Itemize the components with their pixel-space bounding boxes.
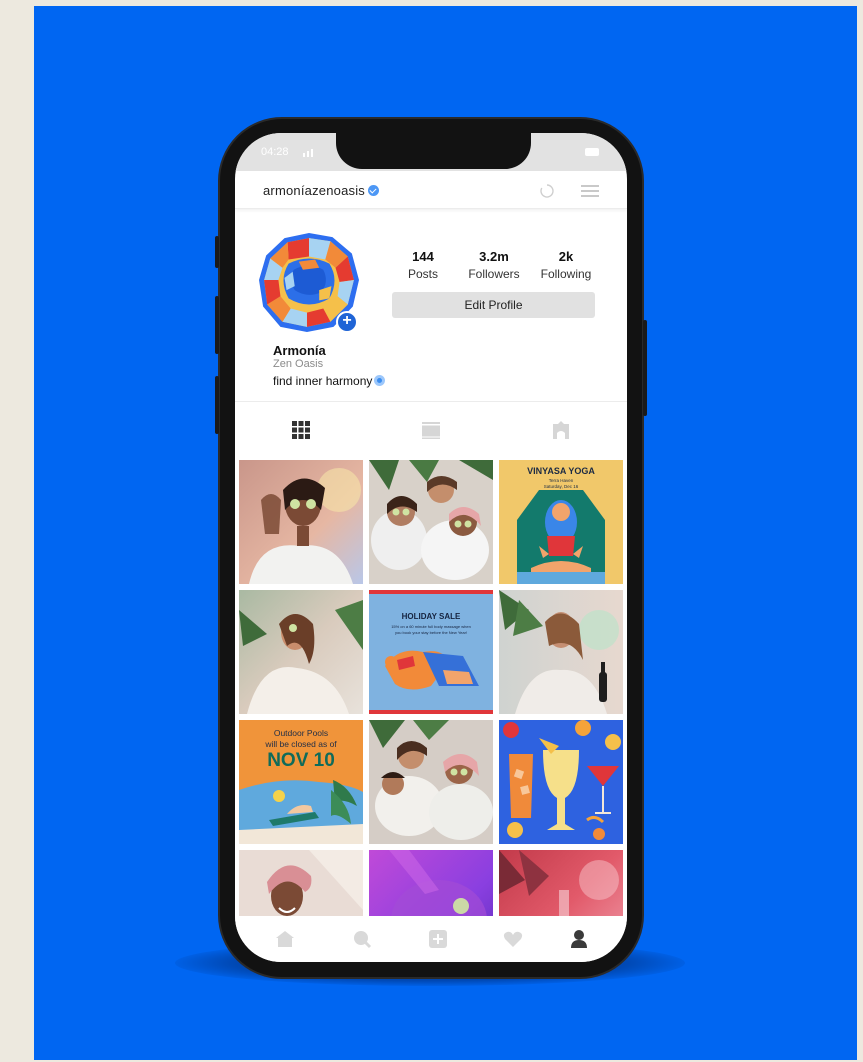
stat-label: Following — [540, 267, 592, 281]
grid-view-icon[interactable] — [291, 420, 311, 440]
profile-name: Armonía — [273, 343, 326, 358]
username[interactable]: armoníazenoasis — [263, 183, 379, 198]
verified-icon — [368, 185, 379, 196]
add-story-plus-icon[interactable]: + — [336, 311, 358, 333]
post-thumbnail[interactable] — [499, 590, 623, 714]
post-thumbnail[interactable] — [239, 460, 363, 584]
post-thumbnail[interactable] — [239, 850, 363, 916]
tagged-icon[interactable] — [551, 420, 571, 440]
post-thumbnail[interactable] — [369, 460, 493, 584]
content-tabs — [235, 401, 627, 455]
stat-label: Followers — [468, 267, 520, 281]
yoga-date: Saturday, Dec 16 — [543, 484, 579, 489]
post-thumbnail[interactable] — [369, 720, 493, 844]
profile-subtitle: Zen Oasis — [273, 358, 324, 370]
stat-value: 2k — [558, 249, 574, 264]
pools-line-1: Outdoor Pools — [273, 728, 329, 738]
edit-profile-button[interactable]: Edit Profile — [392, 292, 595, 318]
power-button — [643, 320, 647, 416]
stat-posts[interactable]: 144 Posts — [403, 249, 443, 281]
signal-icon — [303, 147, 317, 157]
add-post-icon[interactable] — [428, 929, 448, 949]
pools-date: NOV 10 — [267, 750, 335, 771]
post-thumbnail[interactable] — [499, 850, 623, 916]
yoga-title: VINYASA YOGA — [527, 466, 595, 476]
post-pools-closed[interactable]: Outdoor Pools will be closed as of NOV 1… — [239, 720, 363, 844]
home-icon[interactable] — [275, 929, 295, 949]
battery-icon — [585, 148, 599, 156]
volume-down-button — [215, 376, 219, 434]
feed-view-icon[interactable] — [421, 420, 441, 440]
post-cocktails[interactable] — [499, 720, 623, 844]
stat-followers[interactable]: 3.2m Followers — [461, 249, 527, 281]
sale-line-1: 15% on a 60 minute full body massage whe… — [391, 624, 471, 629]
sale-title: HOLIDAY SALE — [401, 612, 461, 621]
stat-value: 144 — [412, 249, 434, 264]
mute-switch — [215, 236, 219, 268]
profile-icon[interactable] — [569, 929, 589, 949]
bio-text: find inner harmony — [273, 374, 373, 388]
profile-header: armoníazenoasis — [235, 171, 627, 209]
phone-screen: 04:28 armoníazenoasis + 144 Posts 3.2m F… — [235, 133, 627, 962]
pools-line-2: will be closed as of — [265, 739, 337, 749]
phone-notch — [336, 119, 531, 169]
profile-bio: find inner harmony — [273, 374, 386, 388]
post-holiday-sale[interactable]: HOLIDAY SALE 15% on a 60 minute full bod… — [369, 590, 493, 714]
search-icon[interactable] — [352, 929, 372, 949]
username-text: armoníazenoasis — [263, 183, 365, 198]
post-grid: VINYASA YOGA Terra Haven Saturday, Dec 1… — [239, 460, 623, 916]
bio-link-icon[interactable] — [374, 375, 386, 386]
post-yoga-event[interactable]: VINYASA YOGA Terra Haven Saturday, Dec 1… — [499, 460, 623, 584]
stat-label: Posts — [407, 267, 438, 281]
sale-line-2: you book your stay before the New Year! — [394, 630, 468, 635]
yoga-venue: Terra Haven — [548, 478, 574, 483]
stat-value: 3.2m — [479, 249, 509, 264]
post-thumbnail[interactable] — [369, 850, 493, 916]
status-time: 04:28 — [261, 146, 289, 158]
heart-icon[interactable] — [503, 929, 523, 949]
hamburger-menu-icon[interactable] — [581, 185, 599, 197]
stat-following[interactable]: 2k Following — [537, 249, 595, 281]
post-thumbnail[interactable] — [239, 590, 363, 714]
volume-up-button — [215, 296, 219, 354]
bottom-navigation — [235, 916, 627, 962]
refresh-icon[interactable] — [539, 183, 555, 199]
